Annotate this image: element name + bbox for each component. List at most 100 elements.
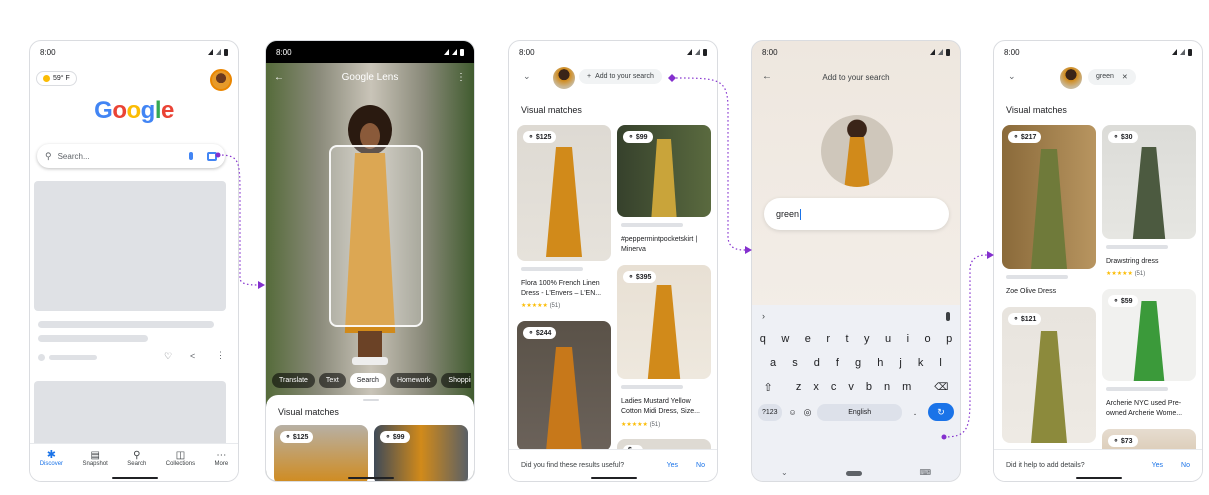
result-card[interactable]: ⚬ $217 xyxy=(1002,125,1096,269)
lens-header: ← Google Lens ⋮ xyxy=(266,67,474,87)
result-card[interactable]: ⚬ $395 xyxy=(617,265,711,379)
nav-snapshot[interactable]: ▤ Snapshot xyxy=(83,450,108,467)
key-n[interactable]: n xyxy=(884,381,890,393)
key-q[interactable]: q xyxy=(760,333,766,345)
result-card[interactable]: ⚬ $99 xyxy=(617,125,711,217)
key-row-1: qwertyuiop xyxy=(752,327,960,351)
weather-chip[interactable]: 59° F xyxy=(36,71,77,86)
yes-button[interactable]: Yes xyxy=(1152,462,1163,469)
lens-icon[interactable] xyxy=(207,151,217,161)
result-card[interactable]: ⚬ $125 xyxy=(274,425,368,481)
selection-frame[interactable] xyxy=(329,145,423,327)
key-i[interactable]: i xyxy=(907,333,909,345)
key-e[interactable]: e xyxy=(805,333,811,345)
key-z[interactable]: z xyxy=(796,381,802,393)
overflow-menu-icon[interactable]: ⋮ xyxy=(216,350,225,361)
mic-icon[interactable] xyxy=(189,152,193,160)
nav-back-icon[interactable]: ⌄ xyxy=(781,468,788,477)
dress-figure xyxy=(1133,301,1165,381)
emoji-key[interactable]: ☺ xyxy=(788,408,798,417)
heart-icon[interactable]: ♡ xyxy=(164,351,172,362)
tag-icon: ⚬ xyxy=(628,134,634,141)
sheet-handle[interactable] xyxy=(363,399,379,401)
results-sheet[interactable]: Visual matches ⚬ $125 ⚬ $99 xyxy=(266,395,474,481)
result-card[interactable]: ⚬ $125 xyxy=(517,125,611,261)
key-o[interactable]: o xyxy=(925,333,931,345)
key-c[interactable]: c xyxy=(831,381,837,393)
yes-button[interactable]: Yes xyxy=(667,462,678,469)
overflow-menu-icon[interactable]: ⋮ xyxy=(456,72,466,83)
nav-more[interactable]: ⋯ More xyxy=(215,450,229,467)
nav-search[interactable]: ⚲ Search xyxy=(127,450,146,467)
key-b[interactable]: b xyxy=(866,381,872,393)
period-key[interactable]: . xyxy=(908,407,922,418)
key-l[interactable]: l xyxy=(939,357,941,369)
key-s[interactable]: s xyxy=(792,357,798,369)
key-a[interactable]: a xyxy=(770,357,776,369)
back-arrow-icon[interactable]: ← xyxy=(274,72,284,83)
refine-chip[interactable]: green ✕ xyxy=(1088,69,1136,85)
query-thumbnail[interactable] xyxy=(1060,67,1082,89)
result-card[interactable]: ⚬ $99 xyxy=(374,425,468,481)
share-icon[interactable]: < xyxy=(190,351,195,361)
globe-icon[interactable]: ◎ xyxy=(804,407,812,418)
backspace-key[interactable]: ⌫ xyxy=(934,382,948,393)
key-m[interactable]: m xyxy=(902,381,911,393)
feed-card-image-2[interactable] xyxy=(34,381,226,451)
key-u[interactable]: u xyxy=(885,333,891,345)
result-card[interactable]: ⚬ $59 xyxy=(1102,289,1196,381)
result-card[interactable]: ⚬ $30 xyxy=(1102,125,1196,239)
search-bar[interactable]: ⚲ Search... xyxy=(37,144,225,168)
key-t[interactable]: t xyxy=(845,333,848,345)
avatar[interactable] xyxy=(210,69,232,91)
phone-refined-results: 8:00 ⌄ green ✕ Visual matches ⚬ $217 Zoe O… xyxy=(993,40,1203,482)
chip-text[interactable]: Text xyxy=(318,373,346,388)
chevron-right-icon[interactable]: › xyxy=(762,311,765,321)
key-x[interactable]: x xyxy=(813,381,819,393)
key-f[interactable]: f xyxy=(836,357,839,369)
key-j[interactable]: j xyxy=(899,357,901,369)
key-d[interactable]: d xyxy=(814,357,820,369)
search-input[interactable]: Search... xyxy=(58,152,189,161)
nav-home-icon[interactable] xyxy=(845,471,862,476)
chip-translate[interactable]: Translate xyxy=(272,373,315,388)
key-g[interactable]: g xyxy=(855,357,861,369)
add-to-search-chip[interactable]: + Add to your search xyxy=(579,69,662,84)
price-badge: ⚬ $99 xyxy=(623,131,653,143)
key-y[interactable]: y xyxy=(864,333,870,345)
refine-input[interactable]: green xyxy=(764,198,949,230)
collections-icon: ◫ xyxy=(175,450,186,461)
key-h[interactable]: h xyxy=(877,357,883,369)
search-icon: ⚲ xyxy=(133,450,141,461)
keyboard-switch-icon[interactable]: ⌨ xyxy=(919,468,931,477)
nav-discover[interactable]: ✱ Discover xyxy=(40,449,63,468)
chip-search[interactable]: Search xyxy=(349,373,386,388)
status-bar: 8:00 xyxy=(30,41,238,63)
chevron-down-icon[interactable]: ⌄ xyxy=(1008,71,1016,82)
result-card[interactable]: ⚬ $121 xyxy=(1002,307,1096,443)
chip-homework[interactable]: Homework xyxy=(389,373,438,388)
asterisk-icon: ✱ xyxy=(46,449,56,461)
key-r[interactable]: r xyxy=(826,333,830,345)
space-key[interactable]: English xyxy=(817,403,902,421)
key-w[interactable]: w xyxy=(781,333,789,345)
key-k[interactable]: k xyxy=(918,357,924,369)
key-p[interactable]: p xyxy=(946,333,952,345)
close-icon[interactable]: ✕ xyxy=(1122,73,1128,81)
result-card[interactable]: ⚬ $244 xyxy=(517,321,611,451)
chip-shopping[interactable]: Shopping xyxy=(441,373,472,388)
key-v[interactable]: v xyxy=(848,381,854,393)
symbols-key[interactable]: ?123 xyxy=(758,403,782,421)
query-thumbnail[interactable] xyxy=(553,67,575,89)
no-button[interactable]: No xyxy=(696,462,705,469)
feed-card-image[interactable] xyxy=(34,181,226,311)
enter-key[interactable]: ↻ xyxy=(928,403,954,421)
chevron-down-icon[interactable]: ⌄ xyxy=(523,71,531,82)
mic-icon[interactable] xyxy=(946,311,950,321)
feed-text-line xyxy=(38,335,148,342)
shift-key[interactable]: ⇧ xyxy=(764,381,773,394)
refine-input-value: green xyxy=(776,209,800,219)
phone-results: 8:00 ⌄ + Add to your search Visual matche… xyxy=(508,40,718,482)
no-button[interactable]: No xyxy=(1181,462,1190,469)
nav-collections[interactable]: ◫ Collections xyxy=(166,450,195,467)
